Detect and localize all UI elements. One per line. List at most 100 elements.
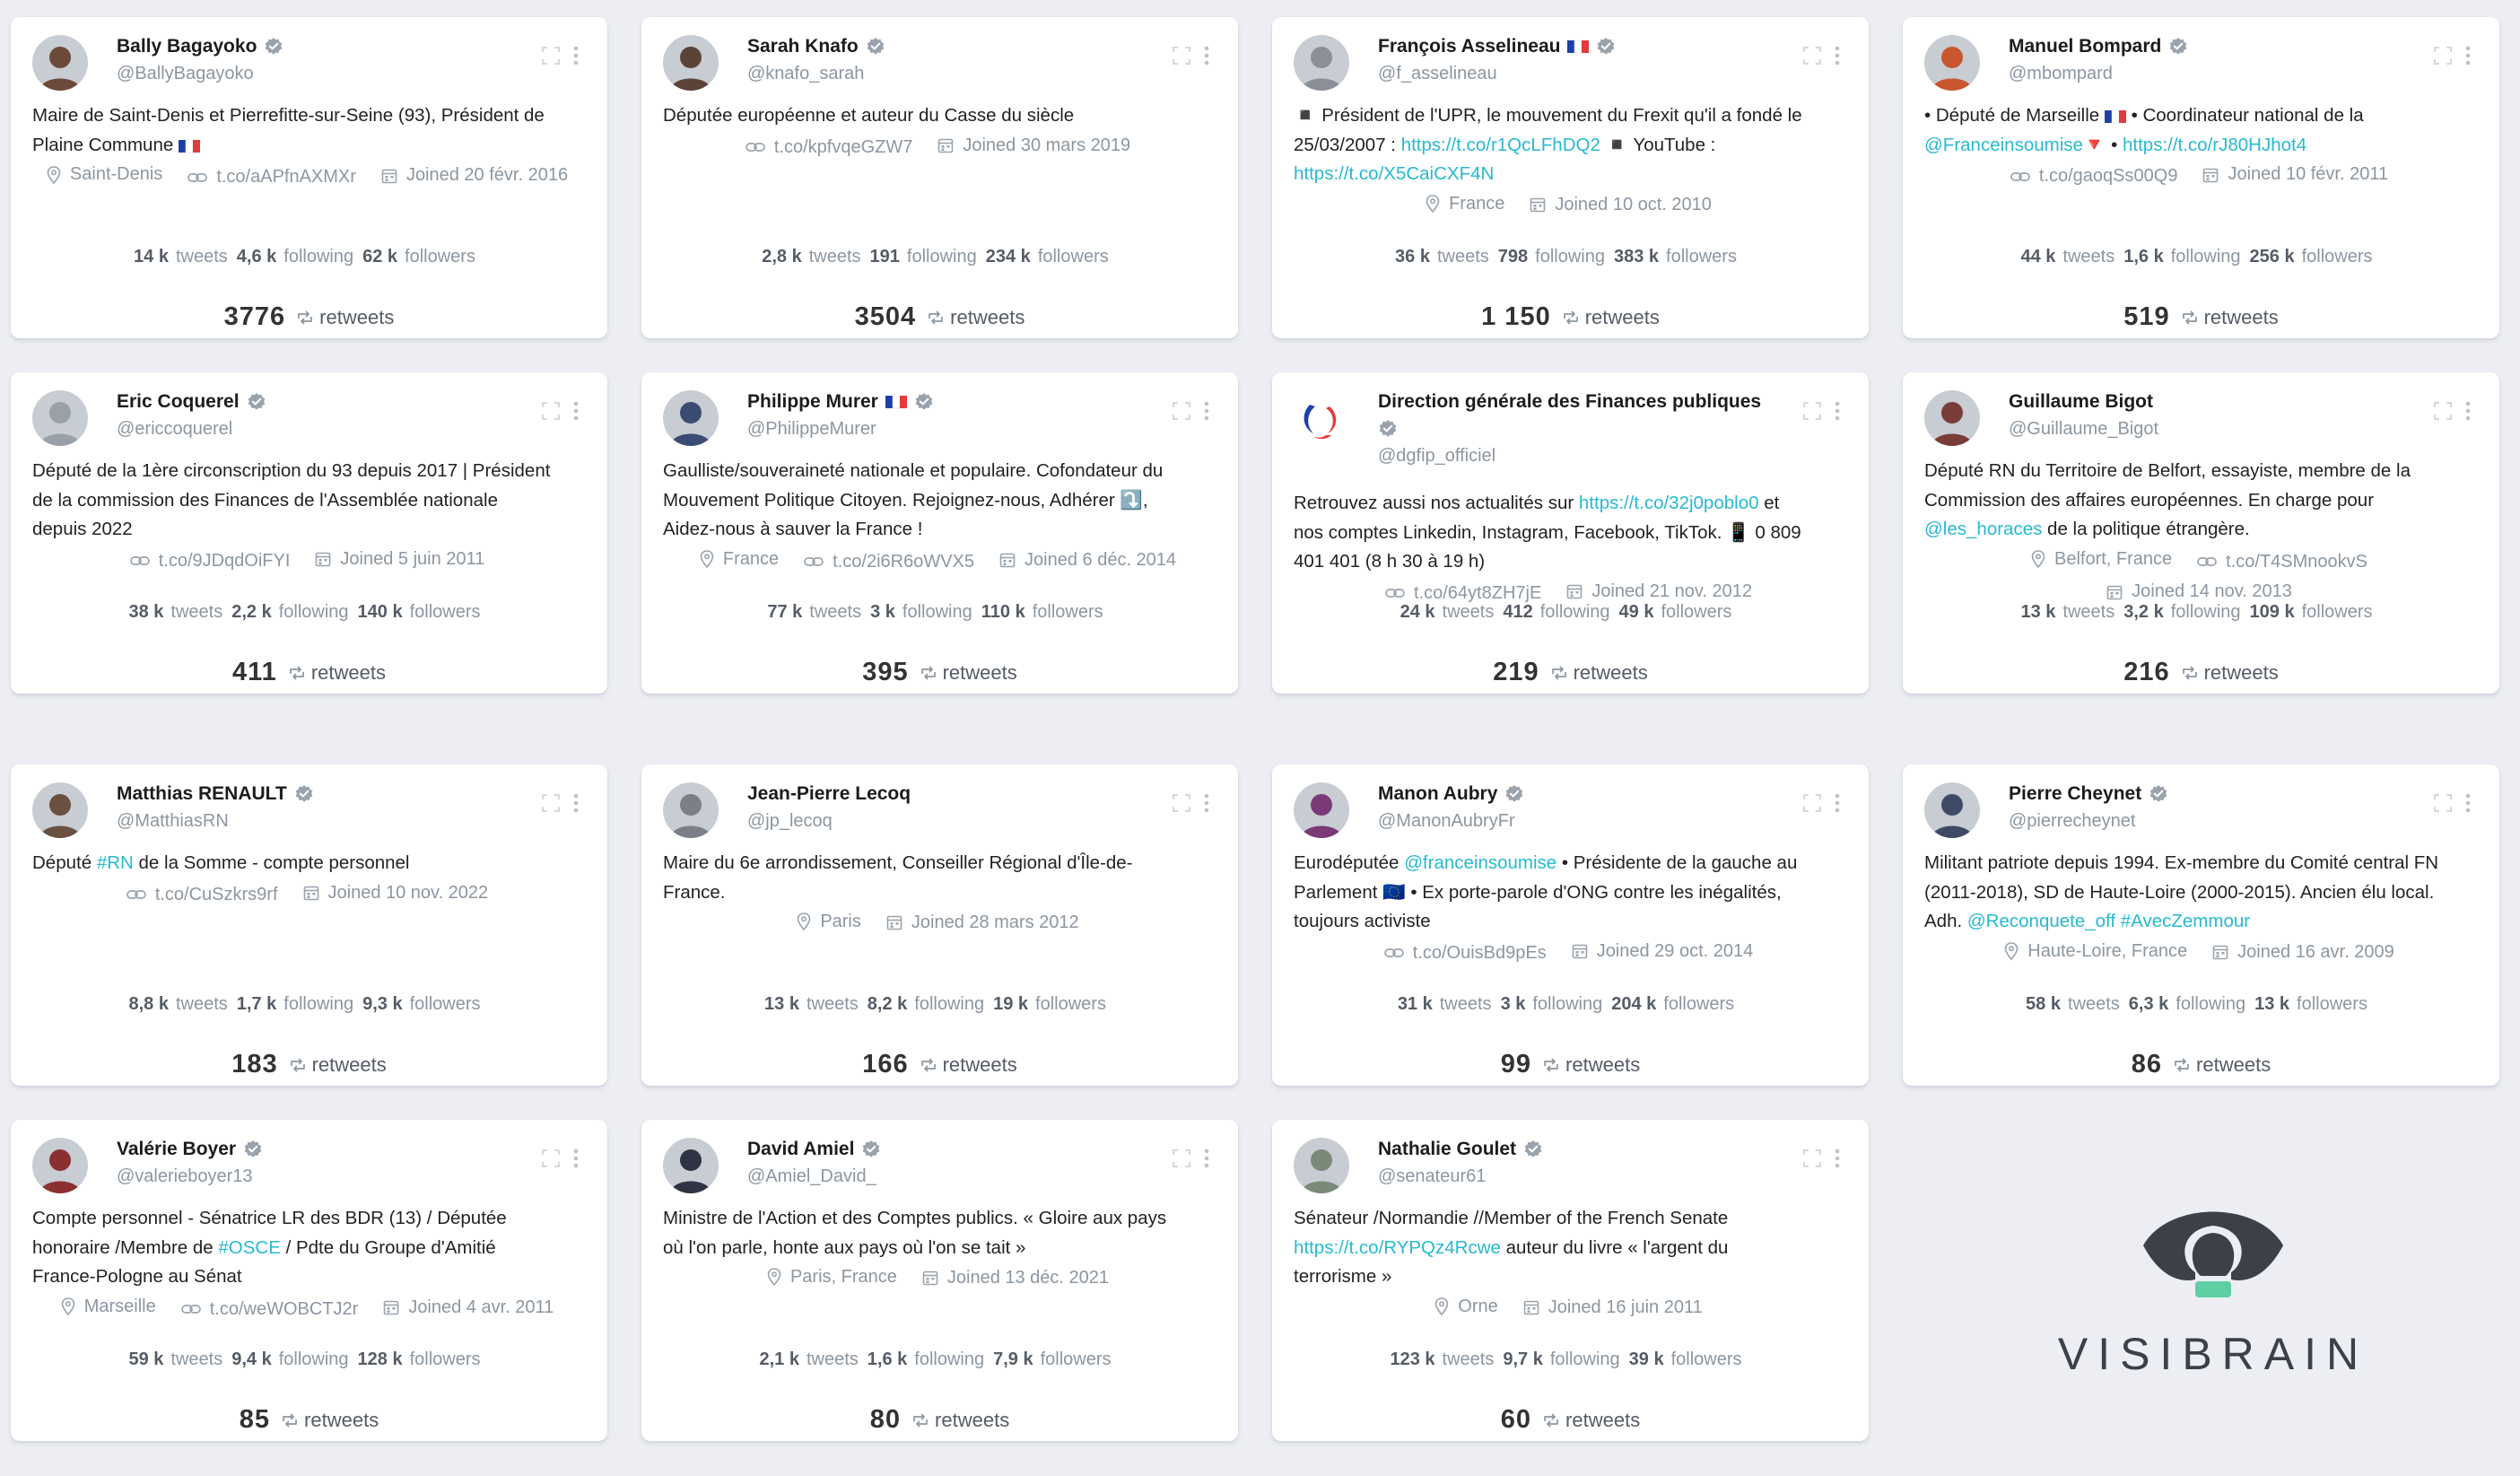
joined-date-item: Joined 4 avr. 2011 [383, 1293, 554, 1323]
joined-date-item: Joined 6 déc. 2014 [999, 546, 1176, 575]
calendar-icon [1567, 584, 1583, 599]
account-card[interactable]: Matthias RENAULT @MatthiasRN Député #RN de… [11, 764, 607, 1086]
more-menu-icon[interactable] [573, 1148, 579, 1168]
expand-icon[interactable] [1172, 1148, 1191, 1168]
website-item[interactable]: t.co/9JDqdOiFYI [129, 546, 290, 576]
bio-line: France-Pologne au Sénat [32, 1262, 582, 1292]
location-item: Orne [1434, 1292, 1498, 1322]
account-identity: Pierre Cheynet @pierrecheynet [2009, 781, 2401, 834]
retweets-label: retweets [2203, 305, 2279, 328]
website-item[interactable]: t.co/OuisBd9pEs [1383, 939, 1547, 968]
website-item[interactable]: t.co/2i6R6oWVX5 [804, 547, 974, 577]
retweets-label: retweets [1573, 660, 1648, 684]
verified-badge-icon [867, 38, 885, 55]
bio-link[interactable]: https://t.co/X5CaiCXF4N [1294, 163, 1494, 184]
more-menu-icon[interactable] [573, 46, 579, 66]
expand-icon[interactable] [541, 1148, 561, 1168]
tweets-count: 36 k [1395, 247, 1430, 266]
more-menu-icon[interactable] [2465, 793, 2471, 813]
expand-icon[interactable] [1802, 793, 1822, 813]
more-menu-icon[interactable] [1204, 46, 1209, 66]
bio-link[interactable]: https://t.co/rJ80HJhot4 [2123, 135, 2306, 155]
bio-text: 401 401 (8 h 30 à 19 h) [1294, 551, 1486, 572]
bio-link[interactable]: https://t.co/RYPQz4Rcwe [1294, 1237, 1501, 1258]
bio-link[interactable]: https://t.co/32j0poblo0 [1579, 493, 1759, 513]
more-menu-icon[interactable] [1204, 401, 1209, 421]
website-link: t.co/gaoqSs00Q9 [2038, 166, 2178, 187]
bio-link[interactable]: #RN [97, 852, 134, 873]
expand-icon[interactable] [541, 793, 561, 813]
location-item: France [700, 545, 779, 574]
expand-icon[interactable] [2433, 401, 2453, 421]
more-menu-icon[interactable] [1835, 1148, 1840, 1168]
account-card[interactable]: Nathalie Goulet @senateur61 Sénateur /Norm… [1272, 1120, 1869, 1441]
account-card[interactable]: Guillaume Bigot @Guillaume_Bigot Député RN… [1903, 372, 2499, 694]
bio-link[interactable]: #OSCE [218, 1237, 281, 1258]
account-card[interactable]: Jean-Pierre Lecoq @jp_lecoq Maire du 6e ar… [641, 764, 1238, 1086]
account-card[interactable]: Philippe Murer @PhilippeMurer Gaulliste/so… [641, 372, 1238, 694]
website-item[interactable]: t.co/aAPfnAXMXr [187, 162, 356, 192]
avatar-image [1924, 782, 1980, 838]
expand-icon[interactable] [1172, 401, 1191, 421]
bio-link[interactable]: @franceinsoumise [1404, 852, 1556, 873]
website-item[interactable]: t.co/weWOBCTJ2r [180, 1295, 358, 1324]
account-card[interactable]: Manuel Bompard @mbompard • Député de Marse… [1903, 17, 2499, 338]
website-item[interactable]: t.co/T4SMnookvS [2197, 547, 2367, 577]
account-card[interactable]: Manon Aubry @ManonAubryFr Eurodéputée @fra… [1272, 764, 1869, 1086]
website-item[interactable]: t.co/kpfvqeGZW7 [745, 133, 912, 162]
account-card[interactable]: Valérie Boyer @valerieboyer13 Compte perso… [11, 1120, 607, 1441]
account-card[interactable]: Eric Coquerel @ericcoquerel Député de la 1… [11, 372, 607, 694]
more-menu-icon[interactable] [573, 793, 579, 813]
bio-link[interactable]: @Reconquete_off [1967, 911, 2115, 931]
expand-icon[interactable] [2433, 46, 2453, 66]
more-menu-icon[interactable] [1204, 793, 1209, 813]
expand-icon[interactable] [1802, 1148, 1822, 1168]
account-card[interactable]: Direction générale des Finances publique… [1272, 372, 1869, 694]
more-menu-icon[interactable] [1835, 46, 1840, 66]
more-menu-icon[interactable] [1835, 793, 1840, 813]
verified-badge-icon [1524, 1140, 1542, 1157]
retweets-count: 519 [2123, 302, 2170, 331]
followers-count: 256 k [2249, 247, 2295, 266]
name-line: Sarah Knafo [747, 33, 1139, 60]
bio-link[interactable]: #AvecZemmour [2121, 911, 2250, 931]
retweets-count: 86 [2131, 1050, 2163, 1079]
followers-label: followers [405, 247, 475, 266]
bio-text: Retrouvez aussi nos actualités sur [1294, 493, 1579, 513]
expand-icon[interactable] [1172, 46, 1191, 66]
following-label: following [1535, 247, 1605, 266]
logo-text: VISIBRAIN [2057, 1329, 2369, 1379]
expand-icon[interactable] [2433, 793, 2453, 813]
expand-icon[interactable] [541, 401, 561, 421]
account-card[interactable]: Sarah Knafo @knafo_sarah Députée européenn… [641, 17, 1238, 338]
account-card[interactable]: David Amiel @Amiel_David_ Ministre de l'Ac… [641, 1120, 1238, 1441]
more-menu-icon[interactable] [1204, 1148, 1209, 1168]
following-count: 412 [1503, 602, 1533, 622]
expand-icon[interactable] [1172, 793, 1191, 813]
more-menu-icon[interactable] [1835, 401, 1840, 421]
bio-link[interactable]: https://t.co/r1QcLFhDQ2 [1401, 135, 1600, 155]
expand-icon[interactable] [541, 46, 561, 66]
account-card[interactable]: François Asselineau @f_asselineau ◾ Présid… [1272, 17, 1869, 338]
joined-date-item: Joined 10 nov. 2022 [303, 878, 488, 908]
verified-badge-icon [2149, 785, 2167, 802]
calendar-icon [999, 553, 1016, 568]
expand-icon[interactable] [1802, 401, 1822, 421]
bio-text: Adh. [1924, 911, 1967, 931]
joined-date-item: Joined 30 mars 2019 [937, 131, 1130, 161]
more-menu-icon[interactable] [2465, 401, 2471, 421]
expand-icon[interactable] [1802, 46, 1822, 66]
retweets-summary: 395 retweets [641, 658, 1238, 687]
account-card[interactable]: Pierre Cheynet @pierrecheynet Militant pat… [1903, 764, 2499, 1086]
more-menu-icon[interactable] [2465, 46, 2471, 66]
bio-link[interactable]: @Franceinsoumise [1924, 135, 2083, 155]
more-menu-icon[interactable] [573, 401, 579, 421]
website-item[interactable]: t.co/CuSzkrs9rf [126, 880, 278, 910]
account-card[interactable]: Bally Bagayoko @BallyBagayoko Maire de Sai… [11, 17, 607, 338]
bio-link[interactable]: @les_horaces [1924, 519, 2042, 539]
bio-text: Députée européenne et auteur du Casse du… [663, 105, 1075, 126]
website-item[interactable]: t.co/gaoqSs00Q9 [2010, 162, 2178, 191]
location-item: Belfort, France [2031, 545, 2172, 574]
bio-text: • Coordinateur national de la [2125, 105, 2364, 126]
account-meta: Marseille t.co/weWOBCTJ2r Joined 4 avr. 20… [32, 1292, 582, 1325]
